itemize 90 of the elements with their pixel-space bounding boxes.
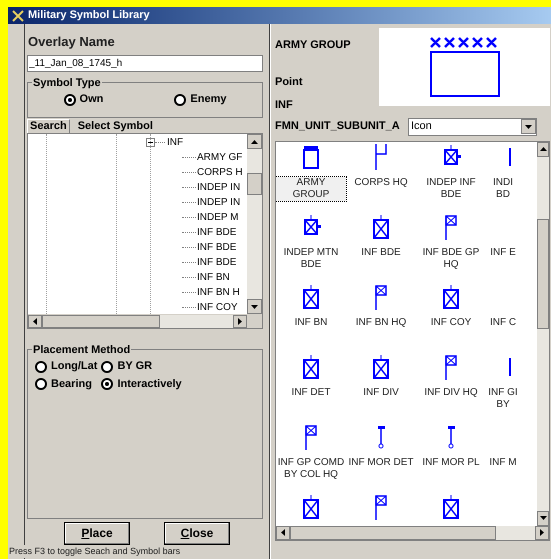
symbol-label[interactable]: INF MOR DET — [348, 456, 414, 468]
view-dropdown[interactable]: Icon — [408, 118, 537, 136]
symbol-label[interactable]: ARMY GROUP — [276, 176, 346, 200]
symbol-label[interactable]: INF DIV — [362, 386, 400, 398]
window-title: Military Symbol Library — [28, 8, 150, 24]
symbol-label[interactable]: INF BDE GP HQ — [416, 246, 486, 270]
tree-item[interactable]: INF BN H — [196, 285, 240, 300]
radio-label[interactable]: Own — [80, 91, 104, 108]
field-label: FMN_UNIT_SUBUNIT_A — [275, 119, 401, 134]
symbol-label[interactable]: CORPS HQ — [353, 176, 409, 188]
tree-item[interactable]: ARMY GF — [196, 150, 242, 166]
symbol-label[interactable]: INF E — [489, 246, 517, 258]
crossed-box-icon[interactable] — [301, 354, 321, 380]
symbol-name: ARMY GROUP — [275, 38, 352, 53]
left-arrow-icon[interactable] — [33, 318, 37, 326]
down-arrow-icon[interactable] — [540, 516, 546, 520]
radio-button[interactable] — [101, 378, 114, 390]
dropdown-arrow-icon[interactable] — [525, 124, 532, 128]
radio-button[interactable] — [101, 360, 114, 373]
radio-label[interactable]: BY GR — [117, 358, 152, 375]
horizontal-scrollbar[interactable] — [276, 526, 549, 540]
symbol-label[interactable]: INF GP COMD BY COL HQ — [276, 456, 346, 480]
symbol-type-label: Point — [275, 74, 304, 90]
symbol-label[interactable]: INF BDE — [360, 246, 402, 258]
symbol-label[interactable]: INF C — [488, 316, 518, 328]
vertical-scrollbar[interactable] — [537, 142, 549, 526]
symbol-category: INF — [275, 98, 294, 113]
down-arrow-icon[interactable] — [251, 304, 258, 309]
crossed-box-icon[interactable] — [301, 494, 321, 520]
tree-item[interactable]: INDEP IN — [196, 180, 240, 196]
overlay-name-field[interactable]: _11_Jan_08_1745_h — [27, 54, 263, 72]
collapse-icon[interactable] — [146, 138, 155, 148]
crossed-box-icon[interactable] — [301, 284, 321, 310]
vertical-scrollbar[interactable] — [247, 134, 262, 314]
tree-item[interactable]: INF — [165, 135, 184, 150]
radio-button[interactable] — [35, 378, 47, 390]
status-text: Press F3 to toggle Seach and Symbol bars — [9, 544, 182, 558]
dialog-button[interactable]: Place — [64, 522, 130, 544]
tree-item[interactable]: INDEP M — [196, 210, 238, 226]
horizontal-scrollbar[interactable] — [28, 314, 262, 328]
symbol-box-icon[interactable] — [301, 144, 321, 170]
scroll-left-button[interactable] — [28, 315, 42, 328]
symbol-label[interactable]: INF BN — [294, 316, 328, 328]
crossed-box-icon[interactable] — [441, 284, 461, 310]
scroll-right-button[interactable] — [233, 315, 247, 328]
up-arrow-icon[interactable] — [540, 147, 546, 151]
scrollbar-corner — [247, 315, 262, 328]
tree-item[interactable]: CORPS H — [196, 165, 243, 180]
radio-label[interactable]: Long/Lat — [51, 358, 98, 375]
tree-item[interactable]: INF BDE — [196, 255, 236, 270]
scroll-thumb[interactable] — [290, 526, 496, 540]
tab[interactable]: Search — [27, 119, 70, 134]
symbol-label[interactable]: INF M — [488, 456, 518, 468]
crossed-swords-icon — [12, 10, 24, 22]
left-arrow-icon[interactable] — [281, 529, 285, 536]
crossed-box-icon[interactable] — [371, 214, 391, 240]
scroll-left-button[interactable] — [276, 526, 290, 540]
scroll-thumb[interactable] — [537, 218, 549, 328]
crossed-box-icon[interactable] — [441, 494, 461, 520]
radio-label[interactable]: Bearing — [51, 376, 92, 392]
tree-item[interactable]: INF BDE — [196, 240, 236, 256]
dialog-button[interactable]: Close — [164, 522, 230, 544]
scroll-right-button[interactable] — [535, 526, 549, 540]
radio-label[interactable]: Enemy — [190, 91, 226, 108]
army-group-symbol-drawing — [428, 36, 500, 98]
radio-label[interactable]: Interactively — [117, 376, 182, 392]
crossed-box-icon[interactable] — [371, 354, 391, 380]
symbol-label[interactable]: INF GI BY — [486, 386, 520, 410]
symbol-label[interactable]: INF BN HQ — [354, 316, 408, 328]
overlay-name-label: Overlay Name — [28, 33, 116, 51]
symbol-label[interactable]: INDEP MTN BDE — [276, 246, 346, 270]
tree-item[interactable]: INF BN — [196, 270, 230, 286]
radio-button[interactable] — [174, 94, 186, 106]
symbol-label[interactable]: INDEP INF BDE — [416, 176, 486, 200]
radio-button[interactable] — [64, 94, 76, 106]
scroll-thumb[interactable] — [42, 315, 160, 328]
symbol-label[interactable]: INF COY — [430, 316, 472, 328]
tab[interactable]: Select Symbol — [76, 120, 155, 134]
tree-item[interactable]: INF COY — [196, 300, 238, 314]
symbol-label[interactable]: INF MOR PL — [421, 456, 481, 468]
symbol-label[interactable]: INF DET — [290, 386, 332, 398]
symbol-label[interactable]: INDI BD — [486, 176, 520, 200]
up-arrow-icon[interactable] — [251, 140, 258, 144]
right-arrow-icon[interactable] — [540, 529, 544, 536]
symbol-label[interactable]: INF DIV HQ — [423, 386, 479, 398]
tree-item[interactable]: INF BDE — [196, 225, 236, 240]
scroll-thumb[interactable] — [247, 173, 262, 196]
tree-item[interactable]: INDEP IN — [196, 195, 240, 210]
right-arrow-icon[interactable] — [238, 318, 242, 326]
radio-button[interactable] — [35, 360, 47, 373]
